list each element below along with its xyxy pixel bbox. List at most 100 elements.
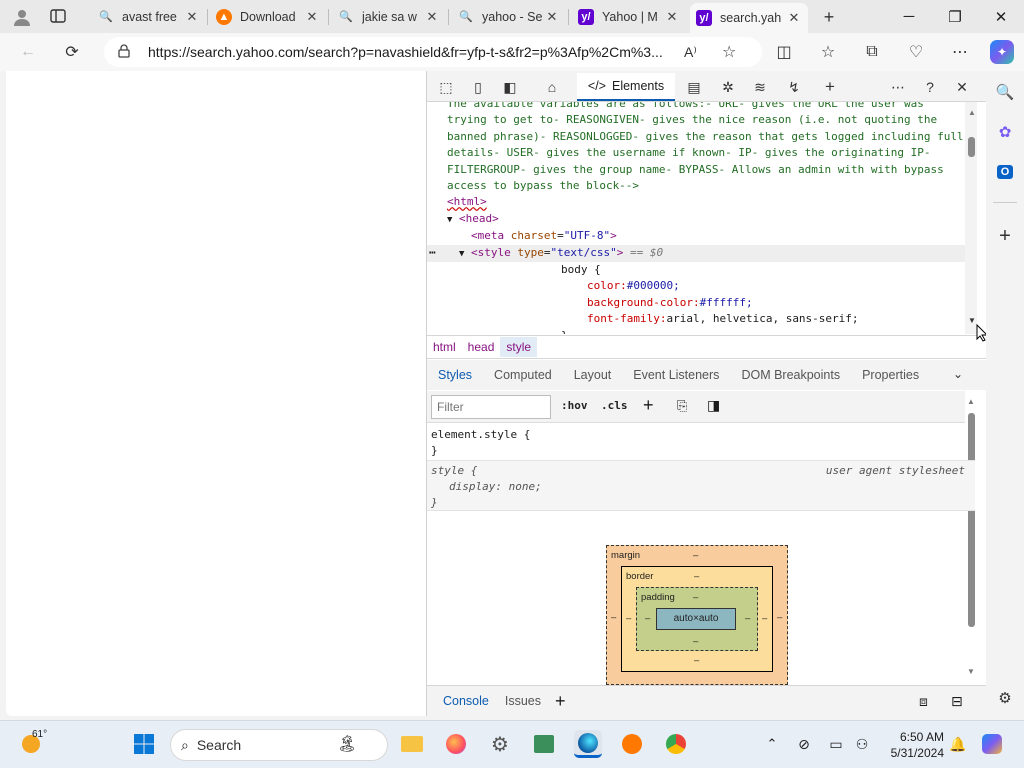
file-explorer-icon[interactable] bbox=[398, 730, 426, 758]
device-emulation-icon[interactable]: ▯ bbox=[467, 77, 489, 97]
network-disconnected-icon[interactable]: ⊘ bbox=[790, 730, 818, 758]
box-model-padding[interactable]: padding – – – – auto×auto bbox=[636, 587, 758, 651]
breadcrumb-style[interactable]: style bbox=[500, 337, 538, 357]
dom-tree[interactable]: The available variables are as follows:-… bbox=[427, 102, 975, 334]
tab-layout[interactable]: Layout bbox=[563, 360, 623, 390]
chrome-icon[interactable] bbox=[662, 730, 690, 758]
tab-avast-free[interactable]: 🔍 avast free ✕ bbox=[92, 4, 206, 29]
taskbar-search[interactable]: ⌕ Search 🏝 bbox=[170, 729, 388, 761]
display-icon[interactable]: ▭ bbox=[822, 730, 850, 758]
sources-bug-icon[interactable]: ✲ bbox=[717, 77, 739, 97]
more-options-icon[interactable]: ⋯ bbox=[887, 77, 909, 97]
tab-actions-icon[interactable] bbox=[50, 8, 70, 26]
maximize-button[interactable]: ❐ bbox=[932, 0, 978, 33]
more-tools-plus-icon[interactable]: + bbox=[819, 77, 841, 97]
dom-node-meta[interactable]: <meta charset="UTF-8"> bbox=[427, 228, 975, 244]
cls-button[interactable]: .cls bbox=[601, 399, 628, 412]
tab-jakie-sa-w[interactable]: 🔍 jakie sa w ✕ bbox=[332, 4, 446, 29]
dom-node-style-selected[interactable]: ⋯ ▼ <style type="text/css"> == $0 bbox=[427, 244, 975, 263]
tab-yahoo-mail[interactable]: y/ Yahoo | M ✕ bbox=[572, 4, 686, 29]
dock-side-icon[interactable]: ◧ bbox=[499, 77, 521, 97]
new-rule-plus-icon[interactable]: + bbox=[643, 395, 654, 416]
search-icon[interactable]: 🔍 bbox=[993, 80, 1017, 104]
collections-icon[interactable]: ⧉ bbox=[860, 40, 884, 64]
settings-more-icon[interactable]: ⋯ bbox=[948, 40, 972, 64]
close-tab-icon[interactable]: ✕ bbox=[786, 10, 802, 26]
outlook-icon[interactable]: O bbox=[993, 160, 1017, 184]
node-options-icon[interactable]: ⋯ bbox=[429, 245, 436, 261]
close-tab-icon[interactable]: ✕ bbox=[424, 9, 440, 25]
hov-button[interactable]: :hov bbox=[561, 399, 588, 412]
close-devtools-icon[interactable]: ✕ bbox=[951, 77, 973, 97]
refresh-icon[interactable]: ⟳ bbox=[60, 40, 84, 64]
web-page-content[interactable] bbox=[6, 71, 426, 716]
breadcrumb-html[interactable]: html bbox=[427, 337, 462, 357]
tab-styles[interactable]: Styles bbox=[427, 360, 483, 390]
add-drawer-tab-icon[interactable]: + bbox=[555, 691, 566, 712]
favorites-icon[interactable]: ☆ bbox=[816, 40, 840, 64]
close-window-button[interactable]: ✕ bbox=[978, 0, 1024, 33]
element-style-rule[interactable]: element.style { } bbox=[427, 425, 975, 461]
start-windows-icon[interactable] bbox=[130, 730, 158, 758]
drawer-collapse-icon[interactable]: ⊟ bbox=[951, 693, 963, 710]
tab-computed[interactable]: Computed bbox=[483, 360, 563, 390]
ua-style-rule[interactable]: style { user agent stylesheet display: n… bbox=[427, 461, 975, 511]
copilot-icon[interactable]: ✦ bbox=[990, 40, 1014, 64]
tab-download[interactable]: ▲ Download ✕ bbox=[210, 4, 326, 29]
drawer-dock-icon[interactable]: ⧈ bbox=[919, 693, 928, 710]
welcome-home-icon[interactable]: ⌂ bbox=[541, 77, 563, 97]
sidebar-settings-icon[interactable]: ⚙ bbox=[993, 686, 1017, 710]
filter-input[interactable] bbox=[431, 395, 551, 419]
read-aloud-icon[interactable]: A⁾ bbox=[684, 44, 697, 61]
dom-node-head[interactable]: ▼ <head> bbox=[427, 211, 975, 228]
close-tab-icon[interactable]: ✕ bbox=[184, 9, 200, 25]
settings-gear-icon[interactable]: ⚙ bbox=[486, 730, 514, 758]
toggle-sidebar-icon[interactable]: ◨ bbox=[707, 397, 720, 414]
tab-yahoo-search[interactable]: 🔍 yahoo - Se ✕ bbox=[452, 4, 566, 29]
firefox-icon[interactable] bbox=[442, 730, 470, 758]
favorite-star-icon[interactable]: ☆ bbox=[722, 42, 736, 62]
help-icon[interactable]: ? bbox=[919, 77, 941, 97]
inspect-element-icon[interactable]: ⬚ bbox=[435, 77, 457, 97]
tab-dom-breakpoints[interactable]: DOM Breakpoints bbox=[730, 360, 851, 390]
chevron-up-icon[interactable]: ⌃ bbox=[758, 730, 786, 758]
box-model-border[interactable]: border – – – – padding – – – – auto×auto bbox=[621, 566, 773, 672]
new-tab-button[interactable]: + bbox=[818, 6, 840, 28]
console-icon[interactable]: ▤ bbox=[683, 77, 705, 97]
close-tab-icon[interactable]: ✕ bbox=[544, 9, 560, 25]
network-wifi-icon[interactable]: ≋ bbox=[749, 77, 771, 97]
tab-console[interactable]: Console bbox=[435, 694, 497, 708]
breadcrumb-head[interactable]: head bbox=[462, 337, 501, 357]
tab-elements[interactable]: </> Elements bbox=[577, 73, 675, 101]
edge-icon[interactable] bbox=[574, 730, 602, 758]
box-model-margin[interactable]: margin – – – border – – – – padding – – … bbox=[606, 545, 788, 685]
dom-scrollbar[interactable]: ▲ ▼ bbox=[965, 102, 977, 334]
browser-essentials-icon[interactable]: ♡ bbox=[904, 40, 928, 64]
weather-widget[interactable]: 61° bbox=[18, 729, 68, 761]
expand-triangle-icon[interactable]: ▼ bbox=[447, 215, 452, 225]
back-icon[interactable]: ← bbox=[16, 40, 40, 64]
performance-icon[interactable]: ↯ bbox=[783, 77, 805, 97]
copilot-taskbar-icon[interactable] bbox=[978, 730, 1006, 758]
tab-search-yahoo-active[interactable]: y/ search.yah ✕ bbox=[690, 3, 808, 33]
profile-avatar[interactable] bbox=[10, 6, 34, 28]
paint-brush-icon[interactable]: ⎘ bbox=[677, 398, 687, 414]
accessibility-icon[interactable]: ⚇ bbox=[848, 730, 876, 758]
chevron-down-icon[interactable]: ⌄ bbox=[953, 367, 963, 381]
box-model-content[interactable]: auto×auto bbox=[656, 608, 736, 630]
tab-event-listeners[interactable]: Event Listeners bbox=[622, 360, 730, 390]
minimize-button[interactable]: ─ bbox=[886, 0, 932, 33]
clock[interactable]: 6:50 AM 5/31/2024 bbox=[880, 729, 944, 761]
avast-icon[interactable] bbox=[618, 730, 646, 758]
address-bar[interactable]: https://search.yahoo.com/search?p=navash… bbox=[104, 37, 762, 67]
tab-issues[interactable]: Issues bbox=[497, 694, 549, 708]
split-screen-icon[interactable]: ◫ bbox=[772, 40, 796, 64]
close-tab-icon[interactable]: ✕ bbox=[664, 9, 680, 25]
app-chart-icon[interactable] bbox=[530, 730, 558, 758]
notification-bell-icon[interactable]: 🔔 bbox=[944, 730, 972, 758]
dom-node-html[interactable]: <html> bbox=[427, 194, 975, 210]
tab-properties[interactable]: Properties bbox=[851, 360, 930, 390]
close-tab-icon[interactable]: ✕ bbox=[304, 9, 320, 25]
copilot-sidebar-icon[interactable]: ✿ bbox=[993, 120, 1017, 144]
add-sidebar-app-icon[interactable]: + bbox=[993, 224, 1017, 248]
